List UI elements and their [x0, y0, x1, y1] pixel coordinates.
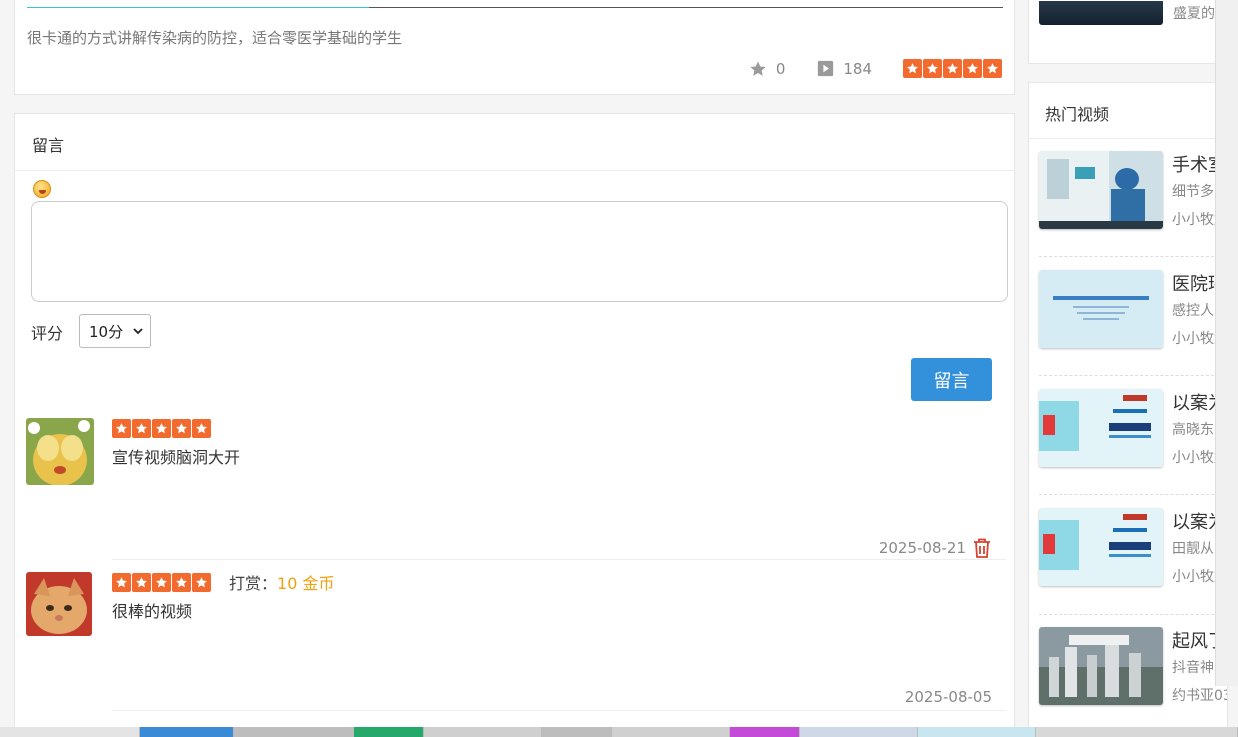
comment-date: 2025-08-21: [878, 539, 966, 557]
comment-divider: [112, 559, 1006, 560]
rating-star-icon: [903, 59, 922, 78]
submit-comment-button[interactable]: 留言: [911, 358, 992, 401]
hot-video-item[interactable]: 以案为 田靓从了 小小牧童: [1039, 508, 1227, 618]
comment-item: 宣传视频脑洞大开 2025-08-21: [26, 418, 1006, 570]
avatar[interactable]: [26, 418, 94, 485]
reward-amount: 10 金币: [277, 574, 335, 593]
hot-video-item[interactable]: 起风了 抖音神曲 约书亚03: [1039, 627, 1227, 737]
rating-star-icon: [152, 572, 171, 592]
rating-selected-value: 10分: [89, 322, 124, 341]
video-progress-fill: [27, 7, 369, 8]
video-thumbnail[interactable]: [1039, 270, 1163, 348]
comment-body: 宣传视频脑洞大开: [112, 418, 1002, 468]
trash-icon[interactable]: [972, 537, 992, 559]
taskbar-item[interactable]: [424, 727, 542, 737]
rating-star-icon: [112, 572, 131, 592]
taskbar-item[interactable]: [800, 727, 918, 737]
divider: [1039, 256, 1219, 257]
chevron-down-icon: [133, 328, 143, 335]
rating-star-icon: [963, 59, 982, 78]
divider: [1039, 614, 1219, 615]
rating-star-icon: [192, 418, 211, 438]
taskbar-item[interactable]: [542, 727, 612, 737]
comment-rating-stars: [112, 418, 211, 438]
hot-videos-title: 热门视频: [1029, 83, 1227, 139]
reward-label: 打赏：: [229, 574, 278, 593]
reward-info: 打赏：10 金币: [229, 570, 334, 594]
comment-item: 打赏：10 金币 很棒的视频 2025-08-05: [26, 572, 1006, 712]
hot-video-item[interactable]: 医院环 感控人员 小小牧童: [1039, 270, 1227, 380]
rating-star-icon: [943, 59, 962, 78]
sidebar-video-item-partial[interactable]: 盛夏的男: [1028, 0, 1229, 64]
play-icon: [818, 60, 834, 77]
comment-textarea[interactable]: [31, 201, 1008, 302]
play-count: 184: [843, 59, 872, 78]
video-info-card: 很卡通的方式讲解传染病的防控，适合零医学基础的学生 0 184: [14, 0, 1015, 95]
scrollbar[interactable]: [1215, 0, 1238, 686]
play-stat: 184: [817, 60, 872, 78]
rating-star-icon: [132, 418, 151, 438]
comment-date-row: 2025-08-21: [879, 537, 992, 559]
taskbar-item[interactable]: [1036, 727, 1238, 737]
rating-star-icon: [172, 572, 191, 592]
favorite-stat[interactable]: 0: [749, 59, 786, 78]
rating-star-icon: [172, 418, 191, 438]
video-thumbnail[interactable]: [1039, 389, 1163, 467]
hot-videos-panel: 热门视频 手术室 细节多到 小小牧童 医院环 感控人员 小小牧童 以案为 高晓东…: [1028, 82, 1228, 737]
emoji-icon[interactable]: [33, 180, 51, 198]
comment-date: 2025-08-05: [904, 688, 992, 706]
taskbar-item[interactable]: [234, 727, 354, 737]
rating-star-icon: [152, 418, 171, 438]
comment-meta: [112, 418, 1002, 438]
page: 很卡通的方式讲解传染病的防控，适合零医学基础的学生 0 184 留言 评分 10…: [0, 0, 1238, 737]
video-stats: 0 184: [749, 59, 1002, 78]
taskbar-item[interactable]: [0, 727, 140, 737]
video-description: 很卡通的方式讲解传染病的防控，适合零医学基础的学生: [27, 29, 403, 47]
star-icon: [750, 61, 766, 76]
favorite-count: 0: [775, 59, 786, 78]
comment-body: 打赏：10 金币 很棒的视频: [112, 572, 1002, 622]
taskbar-item[interactable]: [730, 727, 800, 737]
taskbar-item[interactable]: [918, 727, 1036, 737]
divider: [1039, 494, 1219, 495]
rating-star-icon: [112, 418, 131, 438]
taskbar-item[interactable]: [354, 727, 424, 737]
hot-video-author[interactable]: 约书亚03: [1172, 685, 1227, 705]
hot-video-item[interactable]: 手术室 细节多到 小小牧童: [1039, 151, 1227, 261]
comment-text: 宣传视频脑洞大开: [112, 448, 241, 467]
comment-meta: 打赏：10 金币: [112, 570, 1002, 594]
comment-date-row: 2025-08-05: [905, 688, 992, 706]
taskbar-item[interactable]: [612, 727, 730, 737]
video-rating-stars: [903, 59, 1002, 78]
comment-text: 很棒的视频: [112, 602, 193, 621]
hot-video-item[interactable]: 以案为 高晓东& 小小牧童: [1039, 389, 1227, 499]
comment-rating-stars: [112, 572, 211, 592]
taskbar-item[interactable]: [140, 727, 234, 737]
rating-select[interactable]: 10分: [79, 314, 151, 348]
comment-section: 留言 评分 10分 留言 宣传视频脑洞大开 2025-08-21 打赏：10 金…: [14, 113, 1015, 737]
rating-star-icon: [983, 59, 1002, 78]
divider: [1039, 375, 1219, 376]
rating-star-icon: [923, 59, 942, 78]
video-thumbnail[interactable]: [1039, 508, 1163, 586]
os-taskbar: [0, 727, 1238, 737]
video-thumbnail[interactable]: [1039, 627, 1163, 705]
rating-label: 评分: [31, 324, 64, 343]
video-thumbnail[interactable]: [1039, 1, 1163, 25]
avatar[interactable]: [26, 572, 92, 636]
rating-star-icon: [192, 572, 211, 592]
video-thumbnail[interactable]: [1039, 151, 1163, 229]
rating-star-icon: [132, 572, 151, 592]
comment-section-title: 留言: [15, 114, 1014, 171]
video-progress-bar[interactable]: [27, 7, 1003, 8]
comment-divider: [112, 710, 1006, 711]
